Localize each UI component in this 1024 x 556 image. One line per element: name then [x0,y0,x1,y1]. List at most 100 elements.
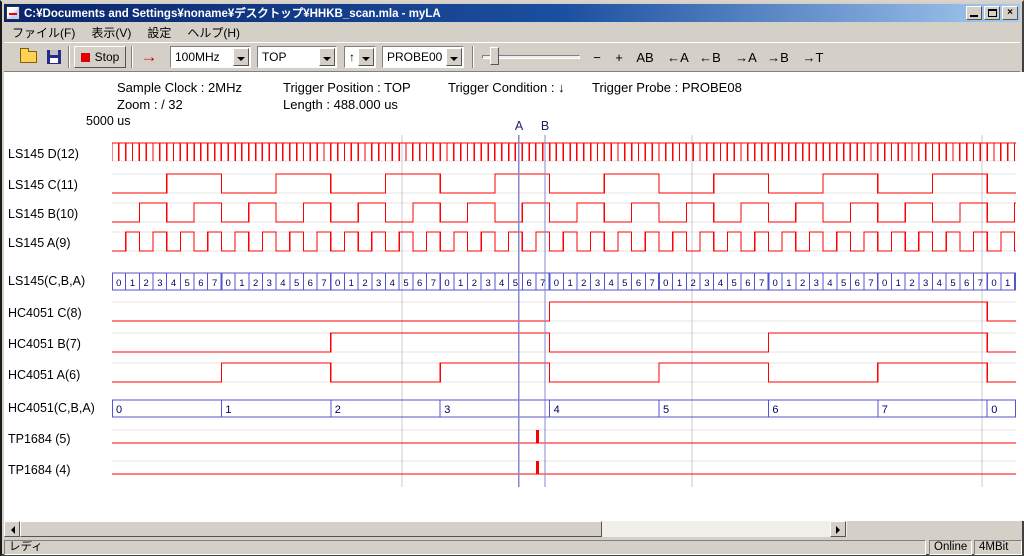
goto-a-left-button[interactable]: ←A [664,47,692,67]
goto-b-right-button[interactable]: →B [764,47,792,67]
goto-a-right-button[interactable]: →A [732,47,760,67]
run-button[interactable]: → [136,46,162,68]
goto-b-left-button[interactable]: ←B [696,47,724,67]
svg-text:1: 1 [349,278,354,289]
menu-bar: ファイル(F) 表示(V) 設定 ヘルプ(H) [4,22,1020,42]
chevron-down-icon[interactable] [319,48,335,66]
channel-label-hc4051-bus: HC4051(C,B,A) [8,400,109,416]
channel-label-ls145-b: LS145 B(10) [8,206,109,222]
toolbar-separator [131,46,133,68]
svg-text:7: 7 [882,404,888,416]
svg-text:2: 2 [691,278,696,289]
menu-help[interactable]: ヘルプ(H) [179,22,248,43]
scroll-left-icon [7,526,15,534]
close-icon: × [1007,7,1013,18]
wave-7 [112,363,1016,382]
app-window: C:¥Documents and Settings¥noname¥デスクトップ¥… [0,0,1024,556]
marker-a-label[interactable]: A [513,119,525,133]
close-button[interactable]: × [1002,6,1018,20]
maximize-button[interactable] [984,6,1000,20]
marker-b-label[interactable]: B [539,119,551,133]
svg-text:6: 6 [636,278,641,289]
svg-text:7: 7 [650,278,655,289]
channel-label-hc4051-c: HC4051 C(8) [8,305,109,321]
title-bar[interactable]: C:¥Documents and Settings¥noname¥デスクトップ¥… [4,4,1020,22]
svg-text:7: 7 [868,278,873,289]
scroll-left-button[interactable] [4,521,20,537]
stop-button[interactable]: Stop [74,46,126,68]
time-division-label: 5000 us [86,114,130,128]
channel-label-hc4051-b: HC4051 B(7) [8,336,109,352]
svg-text:3: 3 [704,278,709,289]
horizontal-scrollbar[interactable] [4,521,847,537]
probe-select[interactable]: PROBE00 [382,46,464,68]
svg-text:6: 6 [417,278,422,289]
svg-text:5: 5 [622,278,627,289]
svg-text:5: 5 [513,278,518,289]
svg-text:3: 3 [485,278,490,289]
trigger-position-info: Trigger Position : TOP [283,80,411,95]
channel-label-ls145-c: LS145 C(11) [8,177,109,193]
chevron-down-icon[interactable] [446,48,462,66]
svg-text:2: 2 [253,278,258,289]
svg-text:0: 0 [116,278,121,289]
svg-text:0: 0 [882,278,887,289]
waveform-plot[interactable]: 0123456701234567012345670123456701234567… [112,135,1016,487]
ab-button[interactable]: AB [632,47,658,67]
scrollbar-thumb[interactable] [20,521,602,537]
window-title: C:¥Documents and Settings¥noname¥デスクトップ¥… [24,5,966,21]
minimize-button[interactable] [966,6,982,20]
svg-text:2: 2 [581,278,586,289]
svg-text:0: 0 [335,278,340,289]
maximize-icon [988,9,997,17]
zoom-in-button[interactable]: + [610,47,628,67]
wave-9 [112,430,1016,443]
svg-text:4: 4 [280,278,285,289]
svg-text:3: 3 [376,278,381,289]
svg-text:6: 6 [308,278,313,289]
channel-label-tp1684-4: TP1684 (4) [8,462,109,478]
svg-text:0: 0 [554,278,559,289]
goto-trigger-button[interactable]: →T [800,47,826,67]
svg-text:1: 1 [786,278,791,289]
clock-select[interactable]: 100MHz [170,46,251,68]
svg-text:0: 0 [773,278,778,289]
open-folder-icon [20,51,37,63]
svg-text:3: 3 [595,278,600,289]
menu-view[interactable]: 表示(V) [83,22,139,43]
svg-text:1: 1 [567,278,572,289]
svg-text:6: 6 [772,404,778,416]
status-bar: レディ Online 4MBit [4,540,1020,555]
svg-text:5: 5 [732,278,737,289]
wave-1 [112,174,1016,193]
wave-8: 012345670 [113,400,1016,417]
menu-settings[interactable]: 設定 [139,22,179,43]
scroll-right-button[interactable] [830,521,846,537]
svg-text:7: 7 [978,278,983,289]
svg-text:4: 4 [554,404,560,416]
zoom-slider-handle[interactable] [490,47,499,65]
scroll-right-icon [836,526,844,534]
sample-clock-info: Sample Clock : 2MHz [117,80,242,95]
trigger-position-select[interactable]: TOP [257,46,337,68]
svg-text:2: 2 [472,278,477,289]
wave-0 [112,143,1016,161]
menu-file[interactable]: ファイル(F) [4,22,83,43]
svg-text:3: 3 [814,278,819,289]
wave-4: 0123456701234567012345670123456701234567… [113,273,1016,290]
status-online: Online [929,540,972,555]
svg-text:6: 6 [526,278,531,289]
chevron-down-icon[interactable] [358,48,374,66]
save-button[interactable] [42,46,66,68]
svg-text:0: 0 [226,278,231,289]
svg-text:0: 0 [444,278,449,289]
svg-text:1: 1 [1005,278,1010,289]
open-button[interactable] [16,46,40,68]
svg-text:4: 4 [499,278,504,289]
svg-text:1: 1 [458,278,463,289]
channel-label-hc4051-a: HC4051 A(6) [8,367,109,383]
svg-text:7: 7 [759,278,764,289]
edge-select[interactable]: ↑ [344,46,376,68]
chevron-down-icon[interactable] [233,48,249,66]
zoom-out-button[interactable]: − [588,47,606,67]
